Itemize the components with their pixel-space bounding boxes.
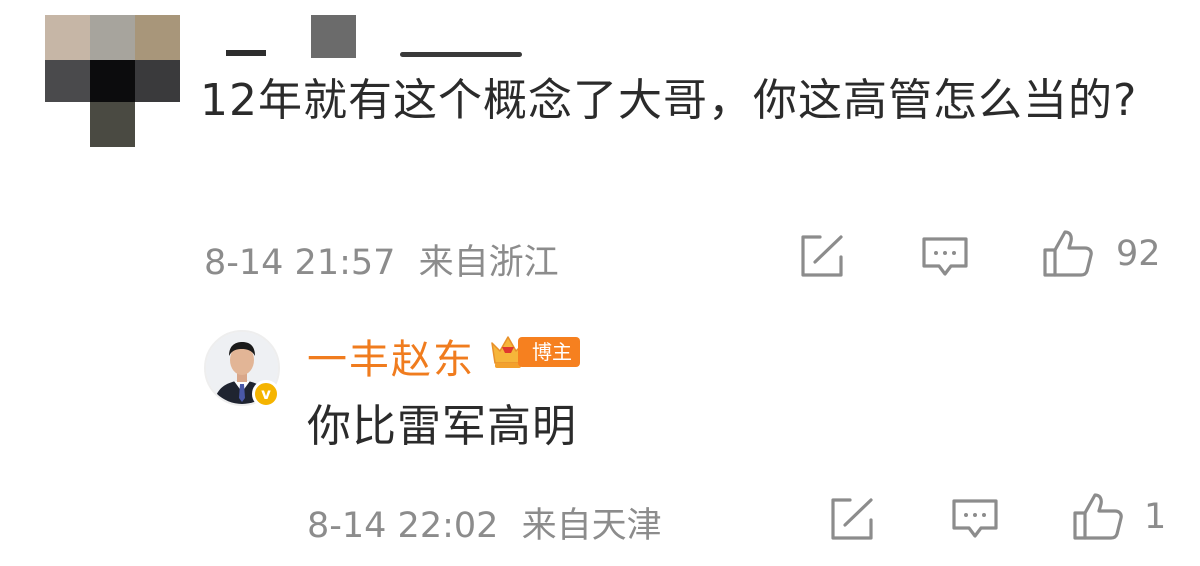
- reply-meta: 8-14 22:02 来自天津: [307, 497, 662, 548]
- reply-author-name[interactable]: 一丰赵东: [307, 327, 475, 385]
- comment-text: 12年就有这个概念了大哥，你这高管怎么当的?: [200, 75, 1138, 126]
- comment-like-count: 92: [1116, 234, 1161, 274]
- like-icon[interactable]: [1042, 228, 1094, 278]
- verified-icon: v: [252, 380, 280, 408]
- reply-time: 8-14 22:02: [307, 506, 499, 546]
- username-redaction-block: [311, 15, 356, 58]
- username-redaction-line: [400, 52, 522, 57]
- reply-text: 你比雷军高明: [307, 401, 577, 452]
- reply-like-count: 1: [1144, 497, 1167, 537]
- commenter-avatar-mosaic: [45, 15, 180, 147]
- blogger-badge: 博主: [518, 337, 580, 367]
- reply-location: 来自天津: [521, 506, 662, 546]
- share-icon[interactable]: [828, 496, 876, 542]
- comment-meta: 8-14 21:57 来自浙江: [204, 234, 559, 285]
- username-redaction-dash: [226, 50, 266, 56]
- comment-icon[interactable]: [920, 236, 970, 280]
- comment-icon[interactable]: [950, 498, 1000, 542]
- comment-location: 来自浙江: [418, 243, 559, 283]
- like-icon[interactable]: [1072, 491, 1124, 541]
- share-icon[interactable]: [798, 233, 846, 279]
- comment-time: 8-14 21:57: [204, 243, 396, 283]
